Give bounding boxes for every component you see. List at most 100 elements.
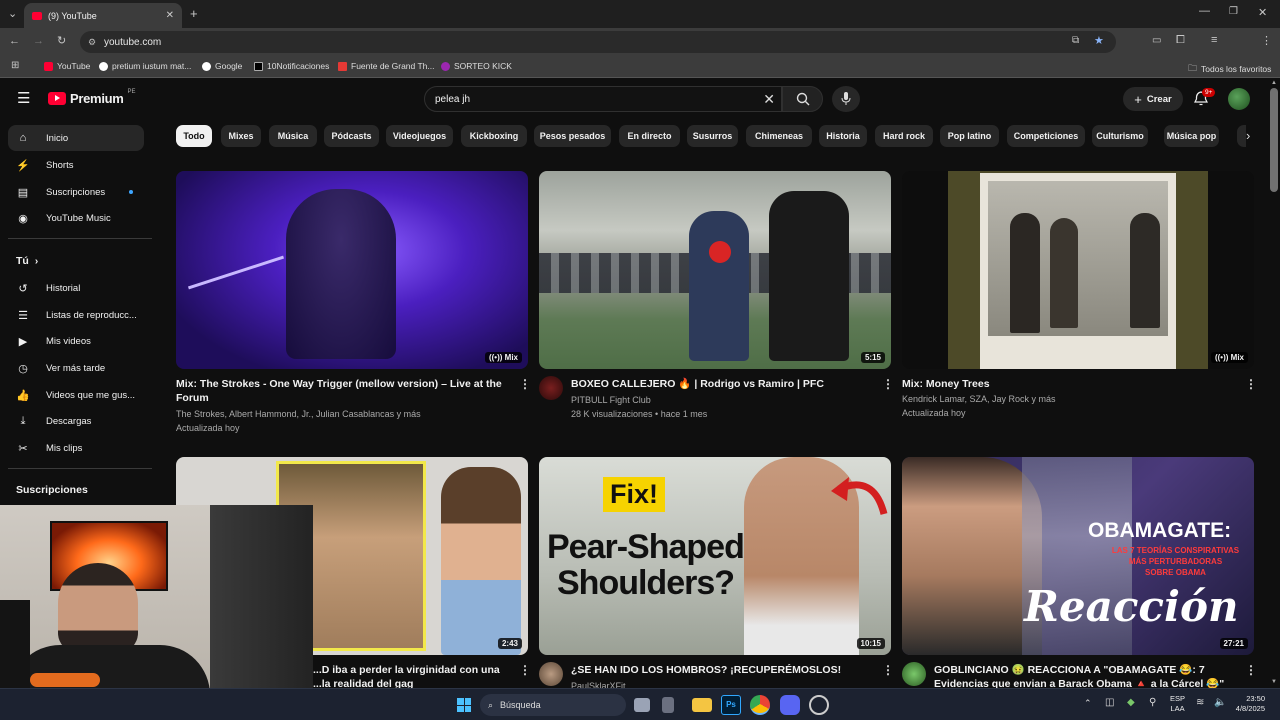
sidebar-item-shorts[interactable]: ⚡ Shorts [8, 152, 144, 178]
sidebar-item-suscripciones[interactable]: ▤ Suscripciones [8, 179, 144, 205]
all-bookmarks[interactable]: 🗀 Todos los favoritos [1188, 61, 1271, 77]
sidebar-item-mis-videos[interactable]: ▶ Mis videos [8, 328, 144, 354]
chip[interactable]: Música pop [1164, 125, 1219, 147]
back-icon[interactable]: ← [9, 35, 20, 47]
minimize-icon[interactable]: — [1199, 5, 1210, 17]
tray-overflow-icon[interactable]: ⌃ [1084, 698, 1092, 709]
video-channel[interactable]: The Strokes, Albert Hammond, Jr., Julian… [176, 407, 421, 421]
sidebar-item-listas[interactable]: ☰ Listas de reproducc... [8, 302, 144, 328]
chip[interactable]: Pop latino [940, 125, 999, 147]
video-title[interactable]: BOXEO CALLEJERO 🔥 | Rodrigo vs Ramiro | … [571, 377, 871, 391]
close-tab-icon[interactable]: ✕ [166, 10, 174, 21]
chip[interactable]: Chimeneas [746, 125, 812, 147]
chip[interactable]: Música [269, 125, 317, 147]
video-title[interactable]: Mix: Money Trees [902, 377, 1232, 391]
search-input[interactable]: pelea jh ✕ [424, 86, 782, 112]
chip[interactable]: Pódcasts [324, 125, 379, 147]
channel-avatar[interactable] [902, 662, 926, 686]
more-options-icon[interactable]: ⋮ [882, 377, 894, 391]
chip[interactable]: Historia [819, 125, 867, 147]
bookmark-star-icon[interactable]: ★ [1094, 34, 1104, 47]
chips-next-icon[interactable]: › [1246, 128, 1250, 143]
taskbar-app-icon[interactable] [662, 697, 674, 713]
chrome-taskbar-icon[interactable] [750, 695, 770, 715]
forward-icon[interactable]: → [33, 35, 44, 47]
bookmark-google[interactable]: Google [202, 61, 242, 71]
wifi-icon[interactable]: ≋ [1196, 697, 1204, 708]
sidebar-item-inicio[interactable]: ⌂ Inicio [8, 125, 144, 151]
youtube-premium-logo[interactable]: Premium PE [48, 89, 136, 106]
create-button[interactable]: + Crear [1123, 87, 1183, 111]
chip[interactable]: Videojuegos [386, 125, 453, 147]
hamburger-menu-icon[interactable]: ☰ [17, 89, 30, 107]
close-window-icon[interactable]: ✕ [1258, 6, 1267, 19]
page-scrollbar[interactable] [1270, 88, 1278, 192]
chip[interactable]: Culturismo [1092, 125, 1148, 147]
more-options-icon[interactable]: ⋮ [882, 663, 894, 677]
chip[interactable]: Mixes [221, 125, 261, 147]
chip[interactable]: Hard rock [875, 125, 933, 147]
scroll-down-icon[interactable]: ▼ [1271, 679, 1277, 685]
video-thumbnail[interactable]: 5:15 [539, 171, 891, 369]
extension-2-icon[interactable]: ▭ [1152, 35, 1161, 46]
omnibox[interactable]: ⚙ youtube.com [80, 31, 1116, 53]
video-title[interactable]: ...D iba a perder la virginidad con una.… [313, 663, 513, 688]
video-title[interactable]: ¿SE HAN IDO LOS HOMBROS? ¡RECUPERÉMOSLOS… [571, 663, 871, 677]
file-explorer-icon[interactable] [692, 698, 712, 712]
install-app-icon[interactable]: ⧉ [1072, 35, 1079, 46]
volume-icon[interactable]: 🔈 [1214, 697, 1226, 708]
chip-todo[interactable]: Todo [176, 125, 212, 147]
tab-list-icon[interactable]: ⌄ [8, 7, 17, 20]
sidebar-you-header[interactable]: Tú › [8, 248, 144, 274]
channel-avatar[interactable] [539, 662, 563, 686]
taskbar-app-icon[interactable] [809, 695, 829, 715]
reload-icon[interactable]: ↻ [57, 34, 66, 47]
clear-search-icon[interactable]: ✕ [763, 91, 775, 108]
sidebar-item-liked[interactable]: 👍 Videos que me gus... [8, 382, 144, 408]
start-button[interactable] [454, 695, 474, 715]
bookmark-fuente[interactable]: Fuente de Grand Th... [338, 61, 434, 71]
video-channel[interactable]: PaulSklarXFit [571, 679, 626, 688]
scroll-up-icon[interactable]: ▲ [1271, 80, 1277, 86]
sidebar-item-descargas[interactable]: ⤓ Descargas [8, 408, 144, 434]
language-indicator[interactable]: ESP LAA [1170, 694, 1185, 714]
bookmark-pretium[interactable]: pretium iustum mat... [99, 61, 191, 71]
video-thumbnail[interactable]: OBAMAGATE: LAS 7 TEORÍAS CONSPIRATIVAS MÁ… [902, 457, 1254, 655]
new-tab-icon[interactable]: + [190, 6, 198, 21]
channel-avatar[interactable] [539, 376, 563, 400]
video-thumbnail[interactable]: ((•)) Mix [176, 171, 528, 369]
video-channel[interactable]: Kendrick Lamar, SZA, Jay Rock y más [902, 392, 1056, 406]
video-thumbnail[interactable]: ((•)) Mix [902, 171, 1254, 369]
bookmark-youtube[interactable]: YouTube [44, 61, 90, 71]
browser-tab[interactable]: (9) YouTube ✕ [24, 3, 182, 28]
voice-search-button[interactable] [832, 86, 860, 112]
bookmark-notificaciones[interactable]: 10Notificaciones [254, 61, 329, 71]
task-view-icon[interactable] [634, 698, 650, 712]
more-options-icon[interactable]: ⋮ [1245, 377, 1257, 391]
chip[interactable]: En directo [619, 125, 680, 147]
sidebar-item-historial[interactable]: ↺ Historial [8, 275, 144, 301]
chrome-menu-icon[interactable]: ⋮ [1261, 34, 1272, 47]
chip[interactable]: Susurros [687, 125, 738, 147]
video-channel[interactable]: PITBULL Fight Club [571, 393, 651, 407]
restore-icon[interactable]: ❐ [1229, 6, 1238, 17]
bookmark-sorteo[interactable]: SORTEO KICK [441, 61, 512, 71]
more-options-icon[interactable]: ⋮ [519, 377, 531, 391]
video-title[interactable]: GOBLINCIANO 🤢 REACCIONA A "OBAMAGATE 😂: … [934, 663, 1234, 688]
extensions-puzzle-icon[interactable]: ⧠ [1176, 34, 1185, 47]
notifications-button[interactable]: 9+ [1194, 88, 1216, 111]
video-title[interactable]: Mix: The Strokes - One Way Trigger (mell… [176, 377, 506, 405]
sidebar-item-clips[interactable]: ✂ Mis clips [8, 435, 144, 461]
chip[interactable]: Pesos pesados [534, 125, 611, 147]
search-button[interactable] [782, 86, 823, 112]
site-info-icon[interactable]: ⚙ [88, 37, 96, 48]
tray-app-icon[interactable]: ◆ [1127, 697, 1135, 708]
discord-icon[interactable] [780, 695, 800, 715]
chip[interactable]: Kickboxing [461, 125, 527, 147]
sidebar-item-ver-mas-tarde[interactable]: ◷ Ver más tarde [8, 355, 144, 381]
chip[interactable]: Competiciones [1007, 125, 1085, 147]
account-avatar[interactable] [1228, 88, 1250, 110]
more-options-icon[interactable]: ⋮ [519, 663, 531, 677]
reading-list-icon[interactable]: ≡ [1211, 34, 1217, 46]
photoshop-icon[interactable]: Ps [721, 695, 741, 715]
